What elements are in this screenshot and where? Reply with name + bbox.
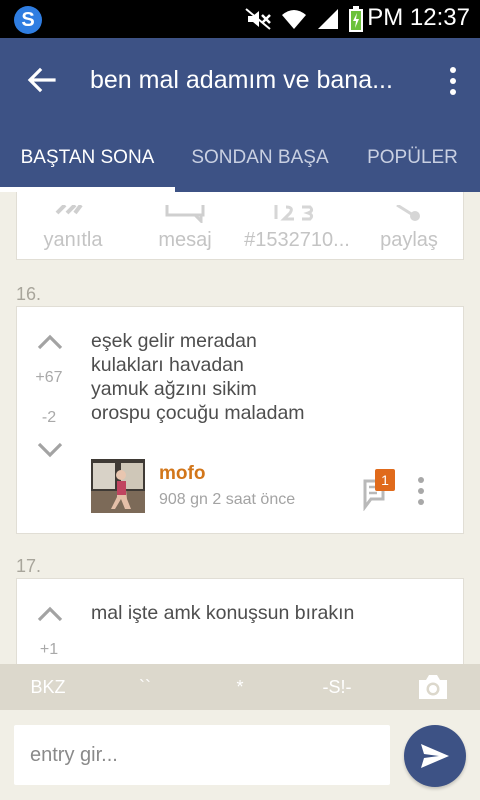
upvote-chevron-up-icon[interactable] (37, 333, 63, 351)
entry-text-line: orospu çocuğu maladam (91, 402, 305, 424)
more-vertical-icon[interactable] (446, 64, 460, 98)
tab-populer[interactable]: POPÜLER (345, 124, 480, 192)
send-button[interactable] (404, 725, 466, 787)
downvote-chevron-down-icon[interactable] (37, 441, 63, 459)
downvote-count: -2 (41, 409, 57, 426)
upvote-chevron-up-icon[interactable] (37, 605, 63, 623)
comments-button[interactable]: 1 (363, 469, 397, 511)
send-icon (421, 744, 449, 768)
message-button[interactable]: mesaj (129, 193, 241, 261)
camera-button[interactable] (410, 664, 456, 710)
author-name-link[interactable]: mofo (159, 463, 205, 485)
wifi-icon (282, 10, 306, 29)
message-icon (165, 205, 205, 223)
id-hash-icon (274, 205, 314, 221)
reply-label: yanıtla (43, 229, 103, 251)
share-button[interactable]: paylaş (353, 193, 465, 261)
reply-icon (55, 205, 83, 215)
entry-card: +1 mal işte amk konuşsun bırakın (16, 578, 464, 664)
compose-bar (0, 710, 480, 800)
entry-more-vertical-icon[interactable] (415, 475, 427, 507)
tab-sondan-basa[interactable]: SONDAN BAŞA (175, 124, 345, 192)
mute-icon (245, 8, 271, 30)
entry-actions-card: yanıtla mesaj #1532710... paylaş (16, 192, 464, 260)
tab-bastan-sona[interactable]: BAŞTAN SONA (0, 124, 175, 192)
entry-card: +67 -2 eşek gelir meradan kulakları hava… (16, 306, 464, 534)
asterisk-button[interactable]: * (220, 664, 260, 710)
entry-id-button[interactable]: #1532710... (241, 193, 353, 261)
entry-text-line: kulakları havadan (91, 354, 244, 376)
share-label: paylaş (380, 229, 438, 251)
entry-text-line: eşek gelir meradan (91, 330, 257, 352)
share-icon (396, 205, 420, 221)
entry-text-line: mal işte amk konuşsun bırakın (91, 602, 355, 624)
camera-icon (419, 675, 447, 699)
upvote-count: +67 (35, 369, 63, 386)
message-label: mesaj (158, 229, 212, 251)
entry-text: eşek gelir meradan kulakları havadan yam… (91, 329, 451, 425)
signal-icon (318, 9, 338, 29)
entry-id-label: #1532710... (244, 229, 350, 251)
spoiler-button[interactable]: -S!- (304, 664, 370, 710)
arrow-left-icon[interactable] (26, 64, 58, 96)
bkz-button[interactable]: BKZ (18, 664, 78, 710)
entry-list[interactable]: yanıtla mesaj #1532710... paylaş 16. +67… (0, 192, 480, 664)
entry-text: mal işte amk konuşsun bırakın (91, 601, 451, 625)
page-title: ben mal adamım ve bana... (90, 66, 393, 94)
format-toolbar: BKZ `` * -S!- (0, 664, 480, 710)
status-clock: PM 12:37 (367, 4, 470, 31)
reply-button[interactable]: yanıtla (17, 193, 129, 261)
backtick-button[interactable]: `` (120, 664, 170, 710)
avatar[interactable] (91, 459, 145, 513)
app-notification-icon: S (14, 6, 42, 34)
entry-number: 17. (16, 556, 42, 576)
tab-bar: BAŞTAN SONA SONDAN BAŞA POPÜLER (0, 124, 480, 192)
app-toolbar: ben mal adamım ve bana... (0, 38, 480, 124)
comment-count-badge: 1 (375, 469, 395, 491)
battery-charging-icon (349, 6, 363, 32)
status-bar: S PM 12:37 (0, 0, 480, 38)
entry-input[interactable] (14, 725, 390, 785)
upvote-count: +1 (39, 641, 59, 658)
status-icons (244, 6, 364, 32)
entry-timestamp: 908 gn 2 saat önce (159, 491, 296, 508)
entry-number: 16. (16, 284, 42, 304)
entry-text-line: yamuk ağzını sikim (91, 378, 257, 400)
